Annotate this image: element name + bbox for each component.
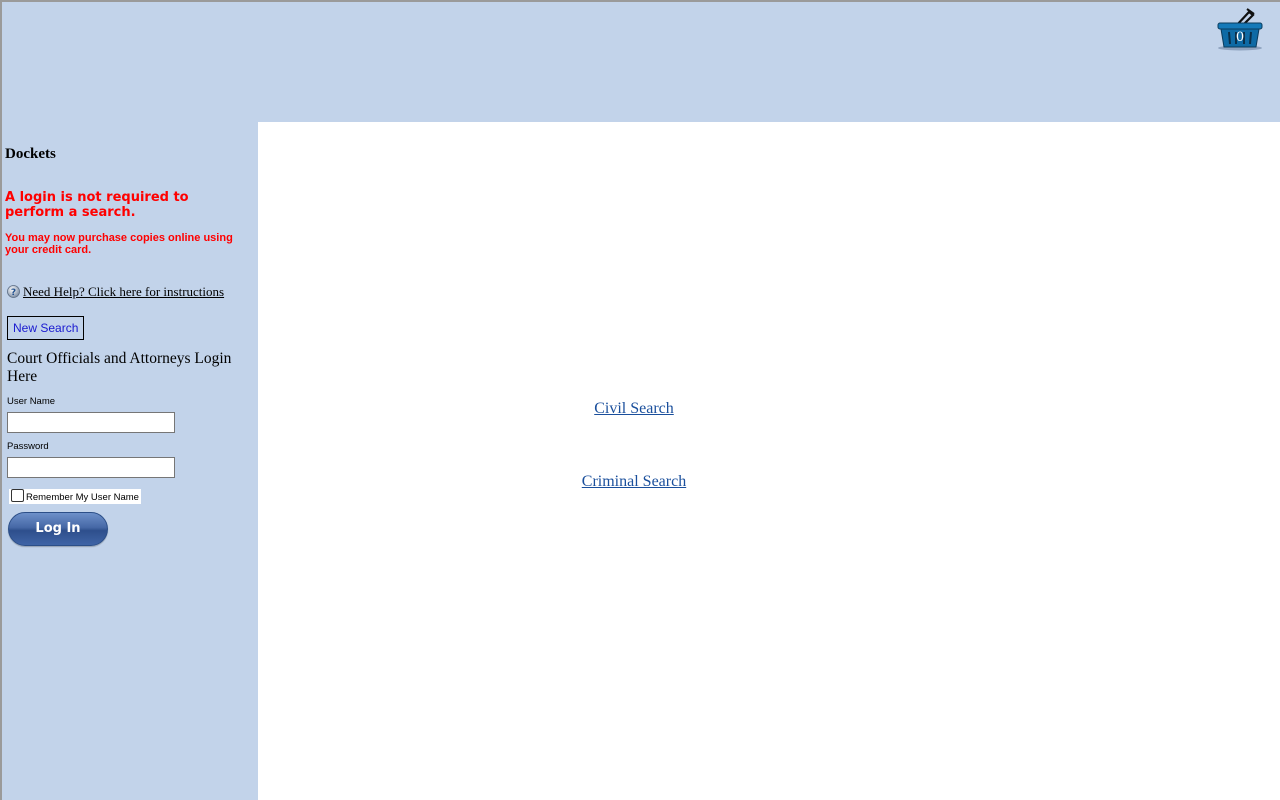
- remember-username-label: Remember My User Name: [26, 492, 139, 503]
- page-title: Dockets: [5, 146, 56, 162]
- question-circle-icon[interactable]: ?: [7, 285, 20, 302]
- purchase-copies-notice: You may now purchase copies online using…: [5, 232, 233, 256]
- password-label: Password: [7, 441, 49, 452]
- log-in-button[interactable]: Log In: [8, 512, 108, 546]
- criminal-search-row: Criminal Search: [258, 473, 1010, 491]
- remember-username-row: Remember My User Name: [9, 489, 141, 504]
- remember-username-checkbox[interactable]: [11, 489, 24, 502]
- shopping-cart-button[interactable]: 0: [1216, 8, 1264, 52]
- civil-search-link[interactable]: Civil Search: [594, 400, 674, 417]
- civil-search-row: Civil Search: [258, 400, 1010, 418]
- criminal-search-link[interactable]: Criminal Search: [582, 473, 686, 490]
- login-heading: Court Officials and Attorneys Login Here: [7, 350, 232, 385]
- username-label: User Name: [7, 396, 56, 407]
- header-banner: 0: [2, 2, 1280, 122]
- svg-text:?: ?: [11, 288, 16, 298]
- cart-count: 0: [1235, 30, 1245, 45]
- username-field[interactable]: [7, 412, 175, 433]
- password-field[interactable]: [7, 457, 175, 478]
- help-row: ? Need Help? Click here for instructions: [7, 284, 224, 302]
- new-search-button[interactable]: New Search: [7, 316, 85, 340]
- help-instructions-link[interactable]: Need Help? Click here for instructions: [23, 284, 224, 299]
- no-login-notice: A login is not required to perform a sea…: [5, 190, 189, 220]
- page-frame: 0 Dockets A login is not required to per…: [0, 0, 1280, 800]
- sidebar: Dockets A login is not required to perfo…: [2, 122, 258, 800]
- main-content: Civil Search Criminal Search: [258, 122, 1280, 800]
